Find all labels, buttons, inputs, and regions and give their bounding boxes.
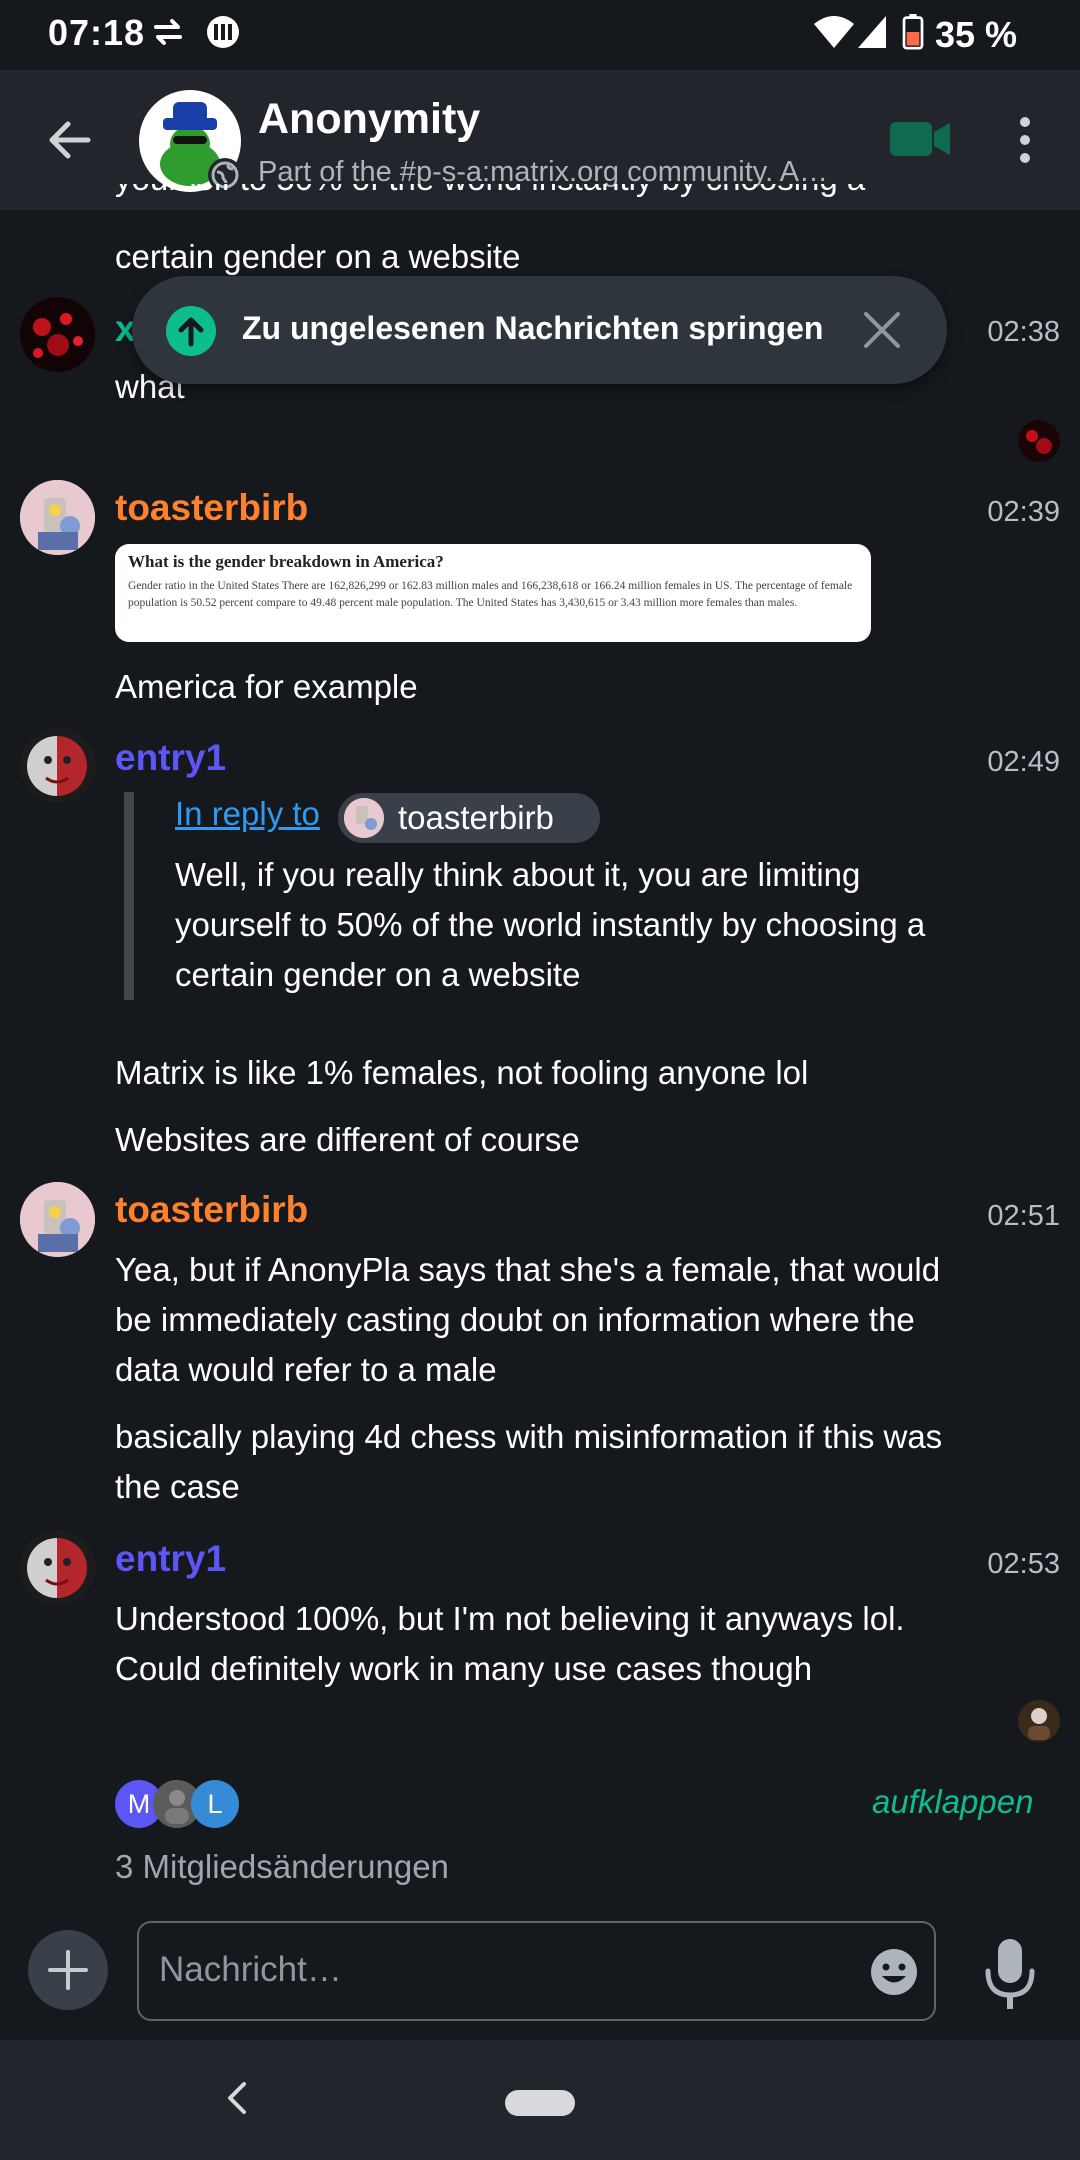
data-transfer-icon: [154, 19, 182, 45]
red-noise-avatar-icon: [20, 297, 95, 372]
expand-member-changes-link[interactable]: aufklappen: [872, 1783, 1033, 1821]
member-change-avatars[interactable]: M L: [115, 1780, 255, 1830]
avatar[interactable]: [20, 480, 95, 555]
message-body: Matrix is like 1% females, not fooling a…: [115, 1054, 809, 1091]
toaster-bird-avatar-icon: [20, 480, 95, 555]
system-home-pill[interactable]: [505, 2090, 575, 2116]
message-timestamp: 02:39: [987, 496, 1060, 528]
avatar[interactable]: [20, 728, 95, 803]
grid-app-icon: [207, 16, 239, 48]
more-options-icon[interactable]: [1010, 110, 1040, 170]
back-arrow-icon[interactable]: [40, 110, 100, 170]
message-body: Websites are different of course: [115, 1121, 580, 1158]
image-title-text: What is the gender breakdown in America?: [128, 552, 444, 571]
read-receipt-avatar[interactable]: [1018, 1700, 1060, 1742]
message-body: America for example: [115, 668, 418, 705]
avatar[interactable]: [20, 1530, 95, 1605]
sender-name[interactable]: entry1: [115, 1538, 226, 1580]
jump-to-unread-banner[interactable]: Zu ungelesenen Nachrichten springen: [132, 276, 947, 384]
reply-quoted-text: Well, if you really think about it, you …: [175, 856, 926, 993]
emoji-icon[interactable]: [869, 1947, 919, 1997]
sender-name[interactable]: toasterbirb: [115, 1189, 308, 1231]
in-reply-to-link[interactable]: In reply to: [175, 795, 320, 833]
clown-avatar-icon: [20, 1530, 95, 1605]
sender-name[interactable]: toasterbirb: [115, 487, 308, 529]
avatar[interactable]: [20, 297, 95, 372]
battery-percent: 35 %: [935, 14, 1018, 55]
arrow-up-icon: [166, 306, 216, 356]
message-body: Yea, but if AnonyPla says that she's a f…: [115, 1251, 941, 1388]
message-body: Understood 100%, but I'm not believing i…: [115, 1600, 905, 1687]
image-attachment[interactable]: What is the gender breakdown in America?…: [115, 544, 871, 642]
status-time: 07:18: [48, 12, 146, 53]
red-noise-avatar-icon: [1026, 430, 1052, 454]
reply-user-avatar: [344, 798, 384, 838]
microphone-icon[interactable]: [980, 1935, 1040, 2015]
image-body-text: Gender ratio in the United States There …: [128, 580, 853, 609]
read-receipt-avatar[interactable]: [1018, 420, 1060, 462]
room-title[interactable]: Anonymity: [258, 95, 480, 144]
message-body: yourself to 50% of the world instantly b…: [115, 184, 965, 218]
jump-to-unread-label: Zu ungelesenen Nachrichten springen: [242, 310, 824, 346]
close-icon[interactable]: [860, 308, 904, 352]
clown-avatar-icon: [20, 728, 95, 803]
member-changes-summary: 3 Mitgliedsänderungen: [115, 1848, 449, 1885]
avatar[interactable]: [20, 1182, 95, 1257]
signal-icon: [858, 16, 886, 48]
message-body: certain gender on a website: [115, 238, 521, 275]
reply-user-name: toasterbirb: [398, 799, 554, 836]
video-call-icon[interactable]: [890, 118, 952, 160]
status-bar: 07:18 35 %: [0, 0, 1080, 70]
battery-icon: [902, 14, 924, 50]
reply-user-pill[interactable]: toasterbirb: [338, 793, 600, 843]
toaster-bird-avatar-icon: [20, 1182, 95, 1257]
sender-name[interactable]: entry1: [115, 737, 226, 779]
system-back-icon[interactable]: [222, 2078, 252, 2118]
plus-icon: [48, 1950, 88, 1990]
message-timestamp: 02:38: [987, 316, 1060, 348]
message-input-placeholder: Nachricht…: [159, 1950, 342, 1989]
reply-quote-bar: [124, 792, 134, 1000]
message-input[interactable]: Nachricht…: [137, 1921, 936, 2021]
user-avatar-icon: [1028, 1708, 1050, 1740]
system-navigation-bar: [0, 2040, 1080, 2160]
message-timestamp: 02:51: [987, 1200, 1060, 1232]
wifi-icon: [814, 16, 854, 48]
member-avatar: L: [191, 1780, 239, 1828]
message-timestamp: 02:49: [987, 746, 1060, 778]
message-timestamp: 02:53: [987, 1548, 1060, 1580]
add-attachment-button[interactable]: [28, 1930, 108, 2010]
message-body: basically playing 4d chess with misinfor…: [115, 1418, 943, 1505]
